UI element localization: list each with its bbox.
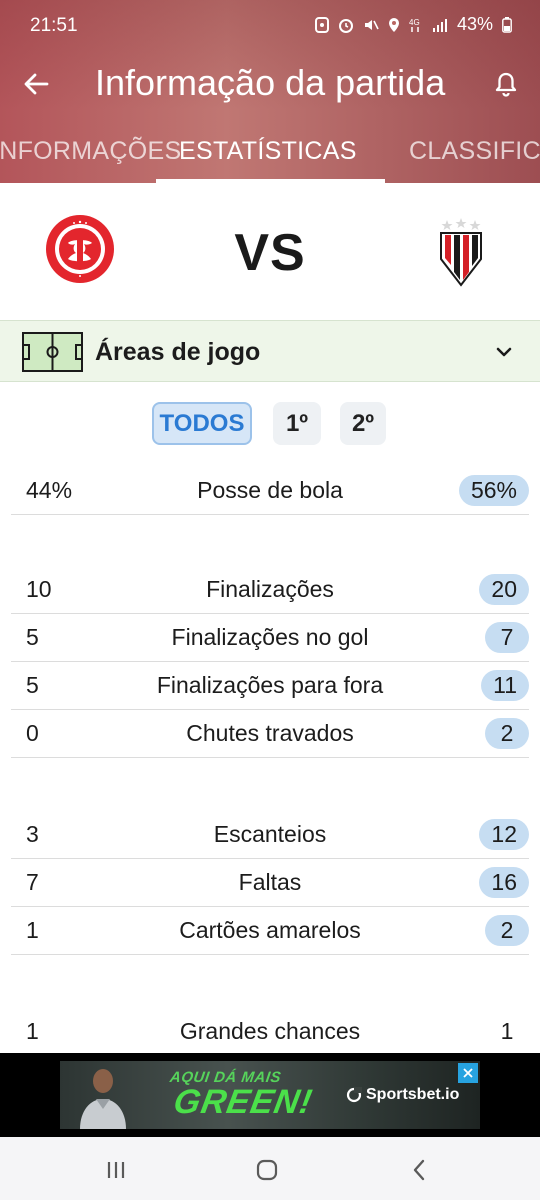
soccer-field-icon (22, 332, 83, 372)
sportsbet-logo-icon (346, 1087, 362, 1103)
stat-away-value: 2 (485, 915, 529, 946)
status-icons: 4G 43% (314, 14, 512, 35)
stat-row-cartoes-amarelos: 1 Cartões amarelos 2 (11, 907, 529, 955)
chevron-left-icon (413, 1159, 425, 1181)
ad-headline: GREEN! (170, 1083, 316, 1121)
tab-classificacao[interactable]: CLASSIFICAÇÃO (409, 137, 540, 166)
tab-bar: INFORMAÇÕES ESTATÍSTICAS CLASSIFICAÇÃO (0, 123, 540, 183)
ad-brand: Sportsbet.io (346, 1086, 459, 1104)
stat-row-posse: 44% Posse de bola 56% (11, 467, 529, 515)
recent-apps-icon (107, 1162, 125, 1178)
stat-label: Finalizações (206, 576, 334, 602)
notification-icon (314, 16, 329, 33)
stat-away-value: 20 (479, 574, 529, 605)
location-icon (388, 17, 399, 32)
stat-label: Escanteios (213, 821, 327, 847)
ad-banner-container: AQUI DÁ MAIS GREEN! Sportsbet.io (0, 1053, 540, 1137)
stat-row-escanteios: 3 Escanteios 12 (11, 811, 529, 859)
stat-label: Finalizações para fora (156, 672, 384, 698)
app-bar: Informação da partida (0, 50, 540, 116)
period-filter: TODOS 1º 2º (0, 402, 540, 448)
stat-away-value: 16 (479, 867, 529, 898)
top-header: 21:51 4G 43% Informação da partida INFOR… (0, 0, 540, 183)
stat-away-value: 7 (485, 622, 529, 653)
stat-row-finalizacoes: 10 Finalizações 20 (11, 566, 529, 614)
svg-text:4G: 4G (409, 18, 420, 27)
alarm-icon (338, 18, 353, 33)
stat-label: Cartões amarelos (179, 917, 361, 943)
tab-estatisticas[interactable]: ESTATÍSTICAS (179, 137, 357, 166)
recent-apps-button[interactable] (101, 1155, 131, 1185)
network-4g-icon: 4G (409, 18, 420, 32)
stat-away-value: 2 (485, 718, 529, 749)
close-icon (463, 1068, 473, 1078)
battery-percent: 43% (456, 14, 493, 34)
stat-row-finalizacoes-para-fora: 5 Finalizações para fora 11 (11, 662, 529, 710)
home-button[interactable] (252, 1155, 282, 1185)
stat-label: Grandes chances (179, 1018, 361, 1044)
ad-person-image (80, 1069, 126, 1129)
stat-row-finalizacoes-no-gol: 5 Finalizações no gol 7 (11, 614, 529, 662)
page-title-text: Informação da partida (95, 62, 446, 103)
stat-label: Faltas (238, 869, 302, 895)
stat-label: Finalizações no gol (171, 624, 369, 650)
away-team-logo[interactable] (437, 217, 485, 287)
arrow-left-icon (24, 73, 49, 95)
stat-away-value: 56% (458, 475, 529, 506)
stat-row-chutes-travados: 0 Chutes travados 2 (11, 710, 529, 758)
active-tab-indicator (156, 179, 385, 183)
chevron-down-icon (496, 347, 512, 357)
stat-away-value: 12 (479, 819, 529, 850)
battery-icon (502, 16, 512, 33)
system-nav-bar (0, 1137, 540, 1200)
stat-row-grandes-chances: 1 Grandes chances 1 (11, 1008, 529, 1056)
areas-accordion[interactable]: Áreas de jogo (0, 320, 540, 382)
ad-banner[interactable]: AQUI DÁ MAIS GREEN! Sportsbet.io (60, 1061, 480, 1129)
stat-label: Chutes travados (186, 720, 354, 746)
period-all-button[interactable]: TODOS (152, 402, 252, 445)
match-teams: VS (0, 183, 540, 320)
stat-away-value: 1 (500, 1018, 514, 1044)
period-second-half-button[interactable]: 2º (340, 402, 386, 445)
signal-icon (432, 18, 447, 32)
mute-icon (364, 19, 379, 30)
bell-icon (495, 72, 517, 97)
status-bar: 21:51 4G 43% (0, 0, 540, 50)
ad-brand-text: Sportsbet.io (366, 1086, 460, 1103)
home-icon (256, 1159, 278, 1181)
ad-close-button[interactable] (458, 1063, 478, 1083)
notification-button[interactable] (488, 66, 524, 102)
stat-label: Posse de bola (197, 477, 343, 503)
period-first-half-button[interactable]: 1º (273, 402, 321, 445)
status-time: 21:51 (30, 15, 78, 36)
areas-label: Áreas de jogo (95, 338, 261, 366)
tab-informacoes[interactable]: INFORMAÇÕES (0, 137, 181, 166)
stat-row-faltas: 7 Faltas 16 (11, 859, 529, 907)
stat-away-value: 11 (481, 670, 529, 701)
back-button[interactable] (18, 66, 54, 102)
page-title: Informação da partida (95, 62, 470, 104)
system-back-button[interactable] (404, 1155, 434, 1185)
